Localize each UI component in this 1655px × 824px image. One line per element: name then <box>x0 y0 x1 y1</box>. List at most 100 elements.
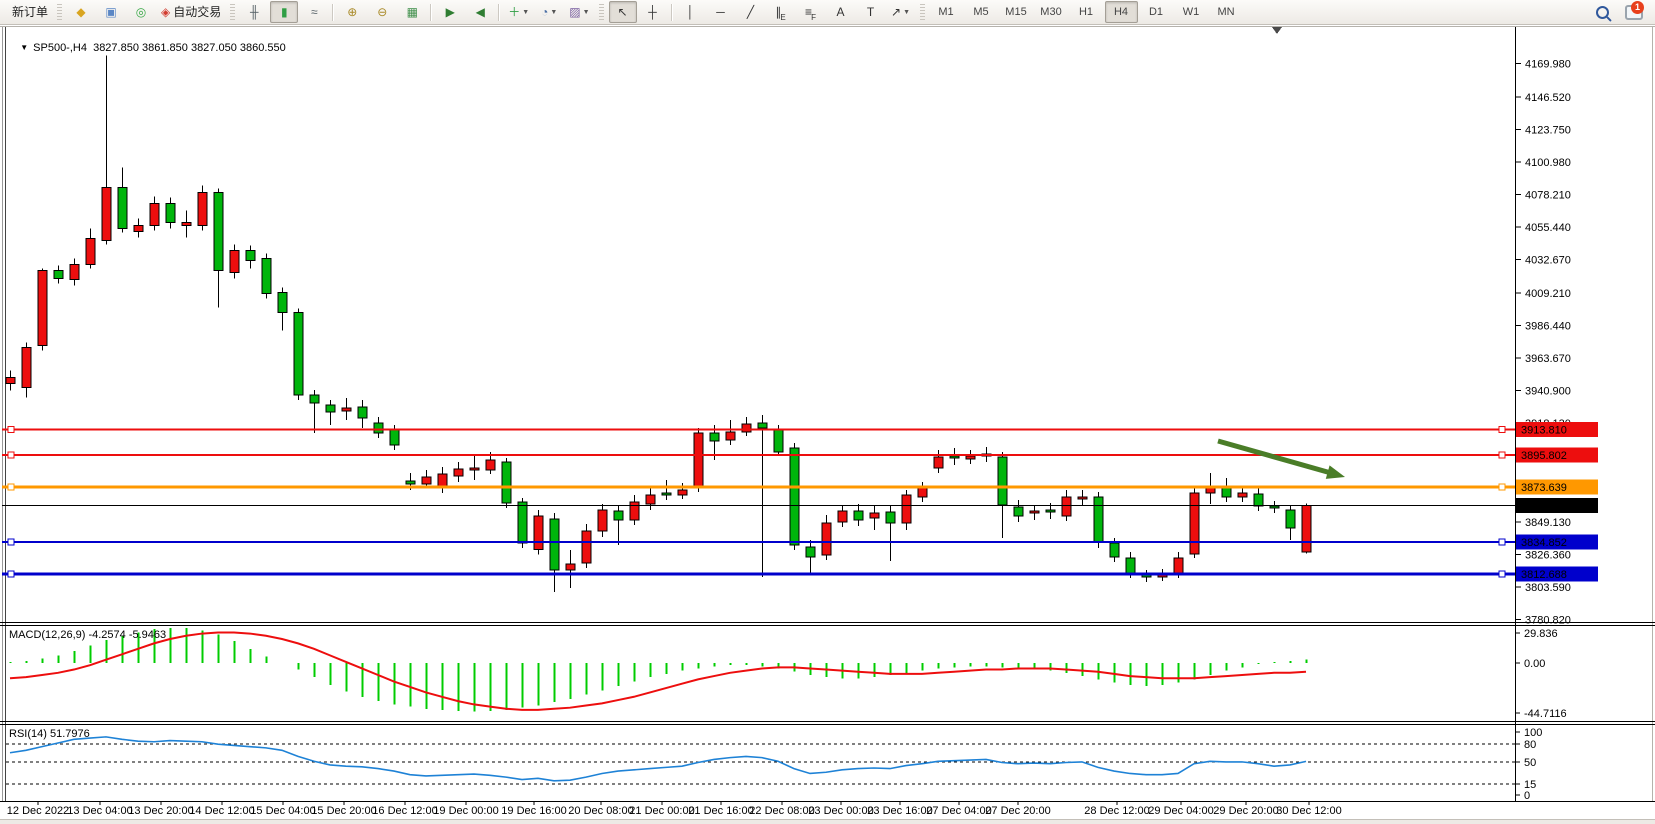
date-tick-label: 30 Dec 12:00 <box>1276 805 1341 817</box>
candle-body <box>1062 497 1071 516</box>
candle-body <box>246 250 255 260</box>
pivot-line-handle[interactable] <box>1499 484 1505 490</box>
price-tick-label: 3986.440 <box>1525 321 1571 333</box>
text-label-icon[interactable]: T <box>857 1 885 23</box>
templates-button-dropdown-caret-icon[interactable]: ▼ <box>583 9 590 16</box>
candle-body <box>342 408 351 411</box>
fibonacci-icon[interactable]: ≡F <box>797 1 825 23</box>
search-button[interactable] <box>1588 1 1616 23</box>
tf-m30-button[interactable]: M30 <box>1035 1 1068 23</box>
date-tick-label: 14 Dec 12:00 <box>189 805 254 817</box>
bid-price-label: 3860.550 <box>1521 501 1567 513</box>
support-line-1-handle[interactable] <box>8 539 14 545</box>
tf-m5-button[interactable]: M5 <box>965 1 998 23</box>
pivot-line-handle[interactable] <box>8 484 14 490</box>
tf-w1-button-label: W1 <box>1183 7 1200 18</box>
new-chart-icon: ▣ <box>105 6 116 18</box>
arrows-button[interactable]: ↗▼ <box>887 1 915 23</box>
tf-w1-button[interactable]: W1 <box>1175 1 1208 23</box>
candle-body <box>502 462 511 503</box>
chat-button[interactable]: 1 <box>1618 1 1650 23</box>
candle-body <box>822 523 831 555</box>
tf-mn-button-label: MN <box>1217 7 1234 18</box>
candle-body <box>1110 543 1119 557</box>
crosshair-icon[interactable]: ┼ <box>639 1 667 23</box>
candle-body <box>1078 497 1087 499</box>
toolbar-sep <box>498 4 500 21</box>
candle-body <box>614 511 623 520</box>
chart-shift-icon: ◀ <box>476 6 485 18</box>
crosshair-icon: ┼ <box>648 6 657 18</box>
tf-m1-button[interactable]: M1 <box>930 1 963 23</box>
resistance-line-1-handle[interactable] <box>8 426 14 432</box>
toolbar-sep <box>332 4 334 21</box>
bars-chart-icon[interactable]: ╫ <box>240 1 268 23</box>
candle-body <box>166 203 175 222</box>
new-chart-icon[interactable]: ▣ <box>97 1 125 23</box>
periods-button[interactable]: ◔▼ <box>535 1 563 23</box>
support-line-2-handle[interactable] <box>8 571 14 577</box>
candle-body <box>582 531 591 563</box>
candle-body <box>22 347 31 387</box>
candle-body <box>102 187 111 240</box>
toolbar-sep <box>671 4 673 21</box>
tf-h1-button[interactable]: H1 <box>1070 1 1103 23</box>
resistance-line-2-handle[interactable] <box>1499 452 1505 458</box>
candle-body <box>566 564 575 570</box>
support-line-2-handle[interactable] <box>1499 571 1505 577</box>
horizontal-line-icon[interactable]: ─ <box>707 1 735 23</box>
candle-body <box>1222 487 1231 497</box>
candle-body <box>694 433 703 488</box>
autotrading-button[interactable]: ◈自动交易 <box>157 1 225 23</box>
chart-background <box>0 25 1655 820</box>
autotrading-button-label: 自动交易 <box>173 6 221 18</box>
toolbar-grip <box>230 4 235 20</box>
candle-body <box>390 430 399 445</box>
candles-chart-icon[interactable]: ▮ <box>270 1 298 23</box>
chart-canvas[interactable]: 4169.9804146.5204123.7504100.9804078.210… <box>0 0 1655 824</box>
tile-windows-icon[interactable]: ▦ <box>398 1 426 23</box>
bars-chart-icon: ╫ <box>250 6 259 18</box>
trendline-icon[interactable]: ╱ <box>737 1 765 23</box>
tf-mn-button[interactable]: MN <box>1210 1 1243 23</box>
support-line-1-handle[interactable] <box>1499 539 1505 545</box>
candle-body <box>1174 558 1183 573</box>
candle-body <box>54 270 63 278</box>
indicators-button[interactable]: ＋▼ <box>504 1 533 23</box>
candle-body <box>918 488 927 497</box>
market-watch-icon[interactable]: ◎ <box>127 1 155 23</box>
line-chart-icon[interactable]: ≈ <box>300 1 328 23</box>
new-order-button[interactable]: 新订单 <box>5 1 52 23</box>
zoom-out-icon[interactable]: ⊖ <box>368 1 396 23</box>
tf-m15-button[interactable]: M15 <box>1000 1 1033 23</box>
text-icon[interactable]: A <box>827 1 855 23</box>
price-tick-label: 4146.520 <box>1525 92 1571 104</box>
equidistant-channel-icon[interactable]: ∥E <box>767 1 795 23</box>
line-chart-icon: ≈ <box>311 6 318 18</box>
candle-body <box>326 405 335 412</box>
chart-title-text: SP500-,H4 3827.850 3861.850 3827.050 386… <box>33 42 286 54</box>
indicators-button-dropdown-caret-icon[interactable]: ▼ <box>522 9 529 16</box>
rsi-tick-label: 80 <box>1524 739 1536 751</box>
resistance-line-1-handle[interactable] <box>1499 426 1505 432</box>
cursor-icon[interactable]: ↖ <box>609 1 637 23</box>
chart-wizard-icon[interactable]: ◆ <box>67 1 95 23</box>
periods-button-dropdown-caret-icon[interactable]: ▼ <box>550 9 557 16</box>
tf-h4-button[interactable]: H4 <box>1105 1 1138 23</box>
candle-body <box>1046 510 1055 512</box>
vertical-line-icon[interactable]: │ <box>677 1 705 23</box>
resistance-line-2-handle[interactable] <box>8 452 14 458</box>
tf-d1-button[interactable]: D1 <box>1140 1 1173 23</box>
date-tick-label: 19 Dec 00:00 <box>433 805 498 817</box>
price-tick-label: 4169.980 <box>1525 58 1571 70</box>
date-tick-label: 19 Dec 16:00 <box>501 805 566 817</box>
toolbar-grip <box>599 4 604 20</box>
chart-shift-icon[interactable]: ◀ <box>466 1 494 23</box>
zoom-in-icon[interactable]: ⊕ <box>338 1 366 23</box>
templates-button[interactable]: ▨▼ <box>565 1 593 23</box>
auto-scroll-icon[interactable]: ▶ <box>436 1 464 23</box>
arrows-button-dropdown-caret-icon[interactable]: ▼ <box>903 9 910 16</box>
chart-context-triangle-icon[interactable]: ▼ <box>20 43 28 52</box>
date-tick-label: 12 Dec 2022 <box>7 805 69 817</box>
pivot-line-price-label: 3873.639 <box>1521 482 1567 494</box>
